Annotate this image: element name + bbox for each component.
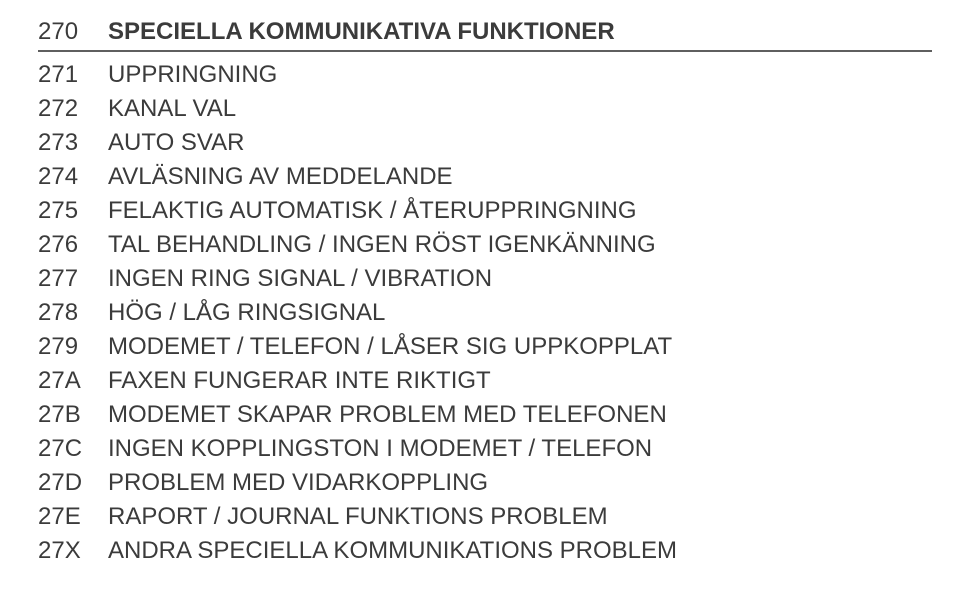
row-code: 27E [38,503,108,531]
table-header-row: 270 SPECIELLA KOMMUNIKATIVA FUNKTIONER [38,18,932,52]
row-code: 272 [38,95,108,123]
table-row: 27C INGEN KOPPLINGSTON I MODEMET / TELEF… [38,432,932,466]
table-row: 27X ANDRA SPECIELLA KOMMUNIKATIONS PROBL… [38,534,932,568]
table-row: 279 MODEMET / TELEFON / LÅSER SIG UPPKOP… [38,330,932,364]
table-row: 271 UPPRINGNING [38,58,932,92]
table-row: 272 KANAL VAL [38,92,932,126]
row-text: INGEN RING SIGNAL / VIBRATION [108,265,932,293]
table-row: 278 HÖG / LÅG RINGSIGNAL [38,296,932,330]
row-text: AUTO SVAR [108,129,932,157]
row-code: 27B [38,401,108,429]
row-text: FELAKTIG AUTOMATISK / ÅTERUPPRINGNING [108,197,932,225]
row-code: 278 [38,299,108,327]
row-text: RAPORT / JOURNAL FUNKTIONS PROBLEM [108,503,932,531]
row-text: UPPRINGNING [108,61,932,89]
row-code: 27C [38,435,108,463]
row-text: MODEMET SKAPAR PROBLEM MED TELEFONEN [108,401,932,429]
header-code: 270 [38,18,108,46]
row-code: 276 [38,231,108,259]
row-text: PROBLEM MED VIDARKOPPLING [108,469,932,497]
row-code: 27D [38,469,108,497]
row-code: 274 [38,163,108,191]
row-code: 27A [38,367,108,395]
row-text: HÖG / LÅG RINGSIGNAL [108,299,932,327]
row-text: TAL BEHANDLING / INGEN RÖST IGENKÄNNING [108,231,932,259]
table-row: 276 TAL BEHANDLING / INGEN RÖST IGENKÄNN… [38,228,932,262]
row-text: ANDRA SPECIELLA KOMMUNIKATIONS PROBLEM [108,537,932,565]
row-code: 279 [38,333,108,361]
table-row: 27A FAXEN FUNGERAR INTE RIKTIGT [38,364,932,398]
row-text: FAXEN FUNGERAR INTE RIKTIGT [108,367,932,395]
row-code: 271 [38,61,108,89]
row-text: INGEN KOPPLINGSTON I MODEMET / TELEFON [108,435,932,463]
table-row: 273 AUTO SVAR [38,126,932,160]
table-row: 27E RAPORT / JOURNAL FUNKTIONS PROBLEM [38,500,932,534]
table-row: 275 FELAKTIG AUTOMATISK / ÅTERUPPRINGNIN… [38,194,932,228]
table-row: 274 AVLÄSNING AV MEDDELANDE [38,160,932,194]
row-text: MODEMET / TELEFON / LÅSER SIG UPPKOPPLAT [108,333,932,361]
table-row: 27B MODEMET SKAPAR PROBLEM MED TELEFONEN [38,398,932,432]
row-text: AVLÄSNING AV MEDDELANDE [108,163,932,191]
code-table: 270 SPECIELLA KOMMUNIKATIVA FUNKTIONER 2… [38,18,932,568]
table-row: 277 INGEN RING SIGNAL / VIBRATION [38,262,932,296]
table-row: 27D PROBLEM MED VIDARKOPPLING [38,466,932,500]
row-code: 27X [38,537,108,565]
row-code: 275 [38,197,108,225]
row-code: 277 [38,265,108,293]
row-text: KANAL VAL [108,95,932,123]
row-code: 273 [38,129,108,157]
header-title: SPECIELLA KOMMUNIKATIVA FUNKTIONER [108,18,932,46]
